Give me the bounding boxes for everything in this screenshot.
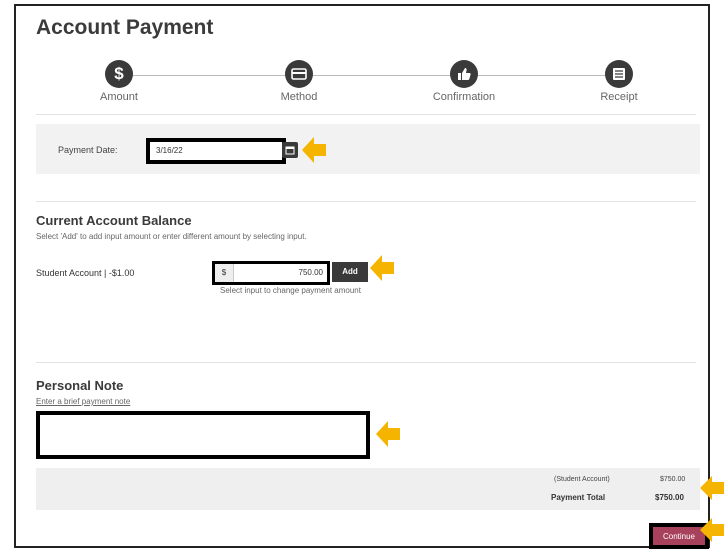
- arrow-pointer-icon: [700, 476, 724, 500]
- payment-total-value: $750.00: [655, 493, 684, 502]
- personal-note-hint: Enter a brief payment note: [36, 397, 131, 406]
- payment-panel: Account Payment $ Amount Method Confirma…: [14, 4, 712, 549]
- step-label: Confirmation: [432, 91, 496, 103]
- receipt-icon: [605, 60, 633, 88]
- calendar-icon[interactable]: [282, 142, 298, 158]
- summary-line-label: (Student Account): [554, 476, 610, 483]
- personal-note-title: Personal Note: [36, 378, 124, 393]
- balance-title: Current Account Balance: [36, 213, 192, 228]
- dollar-icon: $: [105, 60, 133, 88]
- arrow-pointer-icon: [376, 421, 400, 447]
- step-receipt[interactable]: Receipt: [579, 56, 659, 103]
- divider: [36, 362, 696, 363]
- step-label: Method: [280, 91, 318, 103]
- student-account-label: Student Account | -$1.00: [36, 268, 135, 278]
- arrow-pointer-icon: [370, 255, 394, 281]
- payment-date-input[interactable]: 3/16/22: [146, 138, 286, 164]
- summary-line-value: $750.00: [660, 476, 686, 483]
- payment-stepper: $ Amount Method Confirmation Receipt: [16, 56, 712, 116]
- step-method[interactable]: Method: [259, 56, 339, 103]
- personal-note-input[interactable]: [36, 411, 370, 459]
- card-icon: [285, 60, 313, 88]
- step-amount[interactable]: $ Amount: [79, 56, 159, 103]
- arrow-pointer-icon: [700, 518, 724, 542]
- payment-amount-value: 750.00: [298, 268, 323, 277]
- payment-date-label: Payment Date:: [58, 145, 118, 155]
- step-label: Receipt: [600, 91, 638, 103]
- payment-date-row: Payment Date: 3/16/22: [36, 124, 700, 174]
- continue-button-label: Continue: [653, 527, 705, 545]
- page-title: Account Payment: [36, 16, 214, 39]
- arrow-pointer-icon: [302, 137, 326, 163]
- step-confirmation[interactable]: Confirmation: [424, 56, 504, 103]
- add-amount-button[interactable]: Add: [332, 262, 368, 282]
- payment-summary: (Student Account) $750.00 Payment Total …: [36, 468, 700, 510]
- divider: [36, 114, 696, 115]
- amount-input-hint: Select input to change payment amount: [220, 286, 361, 295]
- payment-total-label: Payment Total: [551, 493, 606, 502]
- step-label: Amount: [100, 91, 138, 103]
- divider: [36, 201, 696, 202]
- balance-hint: Select 'Add' to add input amount or ente…: [36, 232, 307, 241]
- thumbs-up-icon: [450, 60, 478, 88]
- payment-amount-input[interactable]: $ 750.00: [212, 261, 330, 285]
- currency-symbol: $: [215, 264, 234, 282]
